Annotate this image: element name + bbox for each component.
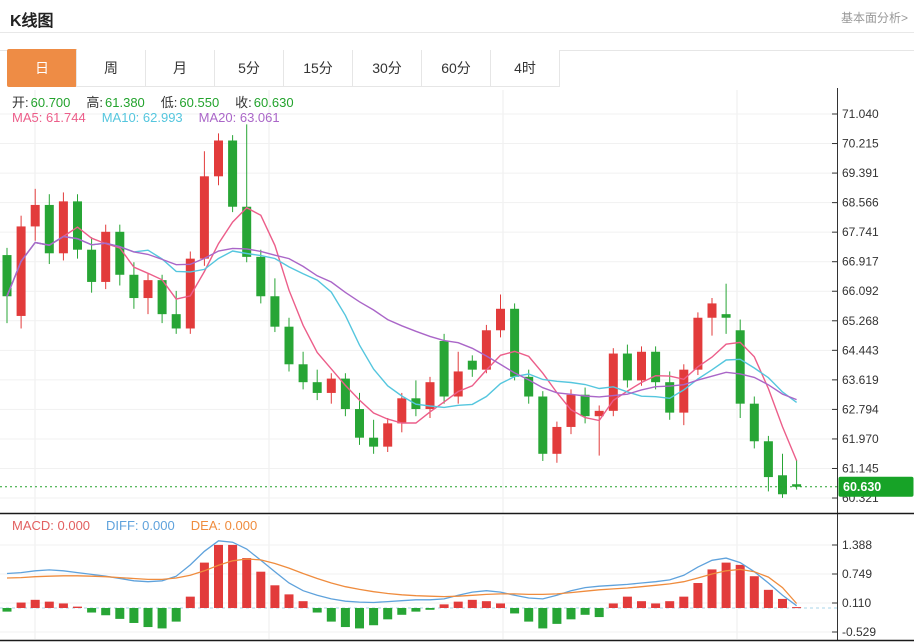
tab-period-4[interactable]: 15分: [283, 50, 353, 87]
tab-period-2[interactable]: 月: [145, 50, 215, 87]
current-price-badge: 60.630: [839, 477, 914, 497]
tab-period-7[interactable]: 4时: [490, 50, 560, 87]
svg-text:-0.529: -0.529: [842, 625, 876, 639]
svg-text:67.741: 67.741: [842, 225, 879, 239]
svg-text:0.749: 0.749: [842, 567, 872, 581]
period-tabbar: 日周月5分15分30分60分4时: [8, 50, 560, 88]
price-axis: 71.040 70.215 69.391 68.566 67.741 66.917 66.0…: [832, 88, 879, 640]
macd-histogram: [3, 545, 802, 629]
tab-period-5[interactable]: 30分: [352, 50, 422, 87]
page-title: K线图: [10, 7, 54, 31]
tab-period-1[interactable]: 周: [76, 50, 146, 87]
fundamental-analysis-link[interactable]: 基本面分析>: [841, 9, 908, 26]
svg-text:61.970: 61.970: [842, 432, 879, 446]
ma20-line: [7, 237, 797, 400]
chart-area: 71.040 70.215 69.391 68.566 67.741 66.917 66.0…: [0, 88, 914, 643]
svg-text:65.268: 65.268: [842, 314, 879, 328]
svg-text:63.619: 63.619: [842, 373, 879, 387]
svg-text:68.566: 68.566: [842, 196, 879, 210]
svg-text:64.443: 64.443: [842, 343, 879, 357]
svg-text:62.794: 62.794: [842, 402, 879, 416]
svg-text:71.040: 71.040: [842, 107, 879, 121]
svg-text:61.145: 61.145: [842, 461, 879, 475]
tab-period-3[interactable]: 5分: [214, 50, 284, 87]
dea-line: [7, 559, 797, 604]
tab-period-6[interactable]: 60分: [421, 50, 491, 87]
svg-text:60.630: 60.630: [843, 480, 881, 494]
svg-text:66.917: 66.917: [842, 255, 879, 269]
svg-text:69.391: 69.391: [842, 166, 879, 180]
svg-text:70.215: 70.215: [842, 137, 879, 151]
kline-chart-canvas[interactable]: 71.040 70.215 69.391 68.566 67.741 66.917 66.0…: [0, 88, 914, 643]
diff-line: [7, 541, 797, 606]
tab-period-0[interactable]: 日: [7, 49, 77, 87]
gridlines: [0, 90, 837, 639]
header-bar: K线图 基本面分析>: [0, 0, 914, 33]
candles: [3, 124, 802, 497]
svg-text:1.388: 1.388: [842, 538, 872, 552]
svg-text:66.092: 66.092: [842, 284, 879, 298]
ma5-line: [7, 208, 797, 461]
svg-text:0.110: 0.110: [842, 596, 871, 610]
